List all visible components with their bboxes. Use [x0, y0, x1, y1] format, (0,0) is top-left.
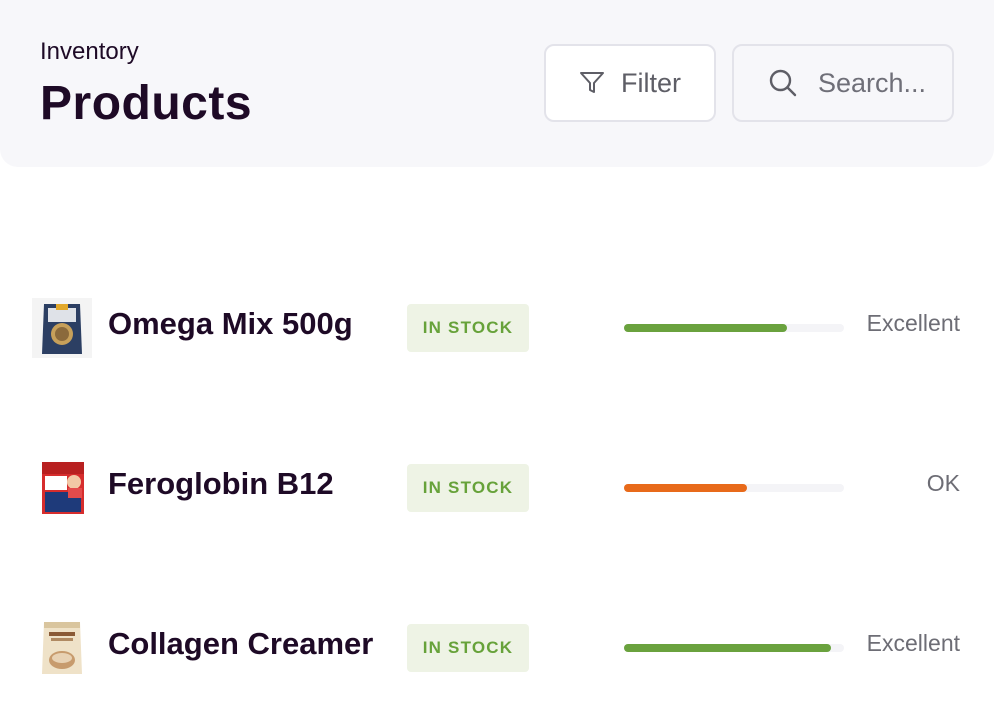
search-icon: [768, 68, 798, 98]
status-badge: IN STOCK: [407, 464, 529, 512]
product-thumbnail: [32, 298, 92, 358]
page-title: Products: [40, 77, 253, 130]
product-thumbnail: [32, 618, 92, 678]
rating-label: Excellent: [866, 310, 960, 336]
filter-button-label: Filter: [621, 67, 681, 98]
product-row[interactable]: Collagen Creamer IN STOCK Excellent: [0, 616, 996, 680]
score-bar: [624, 484, 844, 492]
status-badge: IN STOCK: [407, 624, 529, 672]
product-name[interactable]: Collagen Creamer: [108, 626, 373, 662]
product-thumbnail: [32, 458, 92, 518]
status-badge: IN STOCK: [407, 304, 529, 352]
filter-button[interactable]: Filter: [544, 44, 716, 122]
product-name[interactable]: Feroglobin B12: [108, 466, 334, 502]
filter-icon: [579, 70, 605, 96]
page-subtitle: Inventory: [40, 38, 139, 65]
page-header: Inventory Products Filter Search...: [0, 0, 994, 167]
rating-label: OK: [926, 470, 960, 496]
score-bar: [624, 644, 844, 652]
search-placeholder: Search...: [818, 67, 927, 98]
score-bar-fill: [624, 644, 831, 652]
rating-label: Excellent: [866, 630, 960, 656]
product-row[interactable]: Omega Mix 500g IN STOCK Excellent: [0, 296, 996, 360]
product-name[interactable]: Omega Mix 500g: [108, 306, 353, 342]
score-bar-fill: [624, 324, 787, 332]
score-bar: [624, 324, 844, 332]
score-bar-fill: [624, 484, 747, 492]
product-row[interactable]: Feroglobin B12 IN STOCK OK: [0, 456, 996, 520]
search-input[interactable]: Search...: [732, 44, 954, 122]
